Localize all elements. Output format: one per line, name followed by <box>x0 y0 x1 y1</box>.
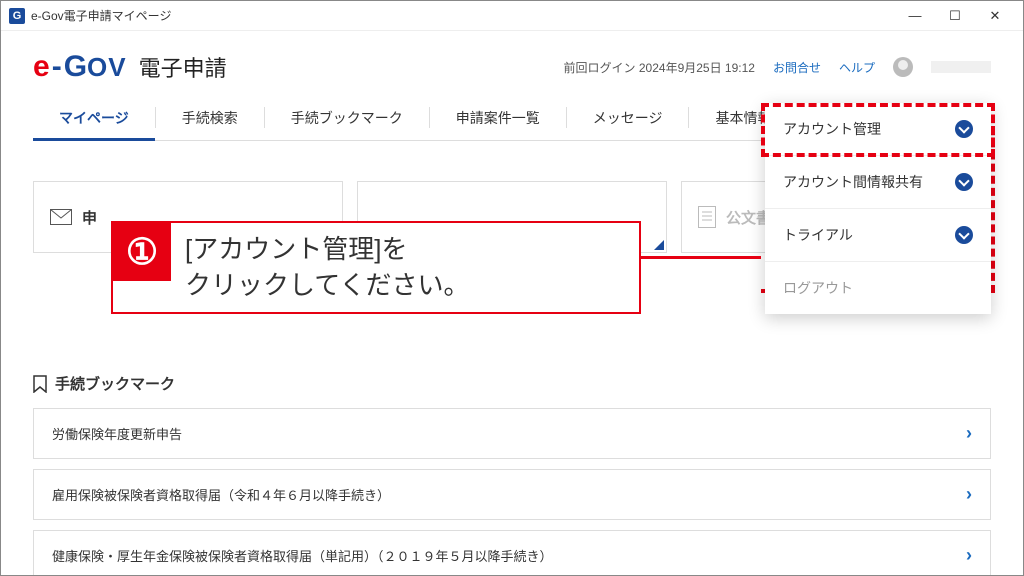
nav-label: マイページ <box>59 108 129 128</box>
mail-icon <box>50 209 72 225</box>
bookmark-label: 雇用保険被保険者資格取得届（令和４年６月以降手続き） <box>52 485 390 504</box>
content-area: e - G OV 電子申請 前回ログイン 2024年9月25日 19:12 お問… <box>1 31 1023 575</box>
chevron-right-icon: › <box>966 545 972 566</box>
last-login-time: 前回ログイン 2024年9月25日 19:12 <box>564 59 755 76</box>
nav-bookmark[interactable]: 手続ブックマーク <box>265 95 429 140</box>
bookmark-list: 労働保険年度更新申告 › 雇用保険被保険者資格取得届（令和４年６月以降手続き） … <box>33 408 991 575</box>
bookmark-item[interactable]: 雇用保険被保険者資格取得届（令和４年６月以降手続き） › <box>33 469 991 520</box>
close-button[interactable]: ✕ <box>975 2 1015 30</box>
nav-search[interactable]: 手続検索 <box>156 95 264 140</box>
help-link[interactable]: ヘルプ <box>839 59 875 76</box>
dropdown-label: アカウント管理 <box>783 119 881 139</box>
bookmark-item[interactable]: 労働保険年度更新申告 › <box>33 408 991 459</box>
minimize-button[interactable]: — <box>895 2 935 30</box>
dropdown-account-manage[interactable]: アカウント管理 <box>765 103 991 156</box>
nav-messages[interactable]: メッセージ <box>567 95 689 140</box>
window-controls: — ☐ ✕ <box>895 2 1015 30</box>
chevron-down-icon <box>955 173 973 191</box>
nav-applications[interactable]: 申請案件一覧 <box>430 95 566 140</box>
document-icon <box>698 206 716 228</box>
user-dropdown: アカウント管理 アカウント間情報共有 トライアル ログアウト <box>765 103 991 314</box>
section-title-text: 手続ブックマーク <box>55 373 175 394</box>
callout-text: [アカウント管理]を クリックしてください。 <box>171 223 483 312</box>
logo-dash: - <box>52 50 62 84</box>
bookmark-icon <box>33 375 47 393</box>
chevron-right-icon: › <box>966 484 972 505</box>
nav-mypage[interactable]: マイページ <box>33 95 155 140</box>
instruction-callout: ① [アカウント管理]を クリックしてください。 <box>111 221 641 314</box>
app-window: G e-Gov電子申請マイページ — ☐ ✕ e - G OV 電子申請 前回ロ… <box>0 0 1024 576</box>
dropdown-label: アカウント間情報共有 <box>783 172 923 192</box>
chevron-right-icon: › <box>966 423 972 444</box>
nav-label: 申請案件一覧 <box>456 108 540 128</box>
callout-badge: ① <box>113 223 171 281</box>
dropdown-label: トライアル <box>783 225 853 245</box>
dropdown-account-share[interactable]: アカウント間情報共有 <box>765 156 991 209</box>
app-icon: G <box>9 8 25 24</box>
logo: e - G OV 電子申請 <box>33 50 227 84</box>
user-name <box>931 61 991 73</box>
dropdown-logout[interactable]: ログアウト <box>765 262 991 314</box>
bookmark-item[interactable]: 健康保険・厚生年金保険被保険者資格取得届（単記用）（２０１９年５月以降手続き） … <box>33 530 991 575</box>
contact-link[interactable]: お問合せ <box>773 59 821 76</box>
dropdown-label: ログアウト <box>783 278 853 298</box>
logo-g: G <box>64 50 87 84</box>
card-label-fragment: 申 <box>82 207 97 228</box>
maximize-button[interactable]: ☐ <box>935 2 975 30</box>
bookmark-section-title: 手続ブックマーク <box>33 373 991 394</box>
logo-ov: OV <box>87 52 127 83</box>
header-right: 前回ログイン 2024年9月25日 19:12 お問合せ ヘルプ <box>564 57 991 77</box>
titlebar: G e-Gov電子申請マイページ — ☐ ✕ <box>1 1 1023 31</box>
callout-connector <box>639 256 761 259</box>
logo-jp: 電子申請 <box>139 51 227 83</box>
bookmark-label: 健康保険・厚生年金保険被保険者資格取得届（単記用）（２０１９年５月以降手続き） <box>52 546 553 565</box>
nav-label: 手続ブックマーク <box>291 108 403 128</box>
dropdown-trial[interactable]: トライアル <box>765 209 991 262</box>
card-corner-icon <box>654 240 664 250</box>
avatar-icon[interactable] <box>893 57 913 77</box>
bookmark-label: 労働保険年度更新申告 <box>52 424 182 443</box>
header: e - G OV 電子申請 前回ログイン 2024年9月25日 19:12 お問… <box>33 39 991 95</box>
nav-label: 手続検索 <box>182 108 238 128</box>
window-title: e-Gov電子申請マイページ <box>31 7 895 24</box>
logo-e: e <box>33 50 50 84</box>
chevron-down-icon <box>955 120 973 138</box>
chevron-down-icon <box>955 226 973 244</box>
nav-label: メッセージ <box>593 108 663 128</box>
